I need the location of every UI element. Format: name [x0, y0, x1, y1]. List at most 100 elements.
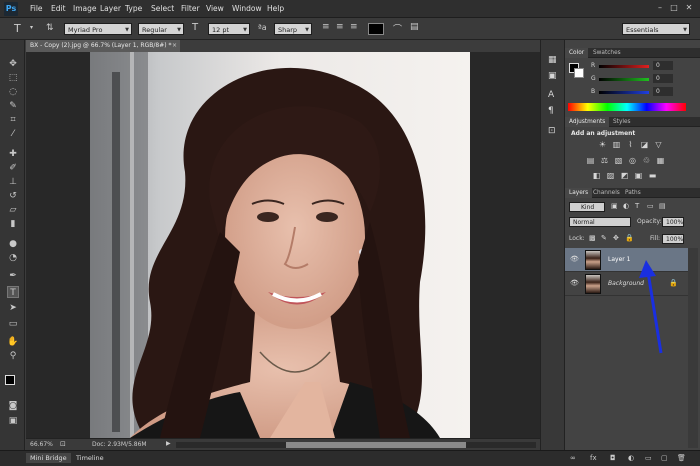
- warp-text-icon[interactable]: ⌒: [393, 22, 402, 35]
- actions-icon[interactable]: ▣: [548, 71, 557, 81]
- channel-b-slider[interactable]: [599, 91, 649, 94]
- text-color-swatch[interactable]: [368, 23, 384, 35]
- align-center-icon[interactable]: ≡: [336, 22, 344, 32]
- fill-input[interactable]: 100%: [662, 234, 684, 244]
- threshold-icon[interactable]: ◩: [619, 171, 630, 181]
- color-spectrum-bar[interactable]: [568, 103, 686, 111]
- align-right-icon[interactable]: ≡: [350, 22, 358, 32]
- tab-styles[interactable]: Styles: [609, 117, 635, 127]
- photo-filter-icon[interactable]: ◎: [627, 156, 638, 166]
- antialias-select[interactable]: Sharp ▼: [274, 23, 312, 35]
- menu-file[interactable]: File: [30, 4, 43, 13]
- color-background-swatch[interactable]: [574, 68, 584, 78]
- selective-color-icon[interactable]: ▣: [633, 171, 644, 181]
- rectangle-tool-icon[interactable]: ▭: [7, 318, 19, 330]
- menu-layer[interactable]: Layer: [100, 4, 121, 13]
- history-brush-tool-icon[interactable]: ↺: [7, 190, 19, 202]
- new-layer-icon[interactable]: ▢: [661, 454, 668, 462]
- opacity-input[interactable]: 100%: [662, 217, 684, 227]
- zoom-tool-icon[interactable]: ⚲: [7, 350, 19, 362]
- align-left-icon[interactable]: ≡: [322, 22, 330, 32]
- new-group-icon[interactable]: ▭: [645, 454, 652, 462]
- filter-adjustment-icon[interactable]: ◐: [623, 202, 629, 210]
- menu-help[interactable]: Help: [267, 4, 284, 13]
- menu-edit[interactable]: Edit: [51, 4, 66, 13]
- document-tab[interactable]: BX - Copy (2).jpg @ 66.7% (Layer 1, RGB/…: [26, 40, 180, 52]
- filter-shape-icon[interactable]: ▭: [647, 202, 654, 210]
- channel-g-slider[interactable]: [599, 78, 649, 81]
- quick-select-tool-icon[interactable]: ✎: [7, 100, 19, 112]
- curves-icon[interactable]: ⌇: [625, 140, 636, 150]
- tab-paths[interactable]: Paths: [621, 188, 645, 198]
- menu-select[interactable]: Select: [151, 4, 174, 13]
- character-panel-icon[interactable]: ▤: [410, 22, 419, 32]
- hand-tool-icon[interactable]: ✋: [7, 336, 19, 348]
- filter-type-icon[interactable]: T: [635, 202, 639, 210]
- adjustment-layer-icon[interactable]: ◐: [628, 454, 634, 462]
- lock-transparent-icon[interactable]: ▩: [589, 234, 596, 242]
- levels-icon[interactable]: ▥: [611, 140, 622, 150]
- font-size-select[interactable]: 12 pt ▼: [208, 23, 250, 35]
- menu-view[interactable]: View: [206, 4, 224, 13]
- brightness-contrast-icon[interactable]: ☀: [597, 140, 608, 150]
- type-tool-icon[interactable]: T: [7, 286, 19, 298]
- channel-g-value[interactable]: 0: [653, 74, 673, 83]
- font-style-select[interactable]: Regular ▼: [138, 23, 184, 35]
- font-family-select[interactable]: Myriad Pro ▼: [64, 23, 132, 35]
- vibrance-icon[interactable]: ▽: [653, 140, 664, 150]
- pen-tool-icon[interactable]: ✒: [7, 270, 19, 282]
- channel-r-value[interactable]: 0: [653, 61, 673, 70]
- layer-style-icon[interactable]: fx: [590, 454, 597, 462]
- layer-filter-select[interactable]: Kind: [569, 202, 605, 212]
- horizontal-scrollbar[interactable]: [176, 442, 536, 448]
- lock-image-icon[interactable]: ✎: [601, 234, 607, 242]
- blur-tool-icon[interactable]: ●: [7, 238, 19, 250]
- delete-layer-icon[interactable]: 🗑: [677, 454, 686, 462]
- lock-position-icon[interactable]: ✥: [613, 234, 619, 242]
- blend-mode-select[interactable]: Normal: [569, 217, 631, 227]
- close-tab-icon[interactable]: ×: [172, 40, 177, 52]
- properties-icon[interactable]: ⊡: [548, 126, 556, 136]
- lasso-tool-icon[interactable]: ◌: [7, 86, 19, 98]
- invert-icon[interactable]: ◧: [591, 171, 602, 181]
- color-balance-icon[interactable]: ⚖: [599, 156, 610, 166]
- marquee-tool-icon[interactable]: ⬚: [7, 72, 19, 84]
- tab-swatches[interactable]: Swatches: [589, 48, 625, 58]
- menu-image[interactable]: Image: [73, 4, 97, 13]
- menu-window[interactable]: Window: [232, 4, 262, 13]
- hue-saturation-icon[interactable]: ▤: [585, 156, 596, 166]
- status-arrow-icon[interactable]: ▶: [166, 440, 171, 447]
- tool-preset-chevron-icon[interactable]: ▾: [30, 24, 33, 31]
- tab-timeline[interactable]: Timeline: [72, 453, 108, 463]
- gradient-map-icon[interactable]: ▬: [647, 171, 658, 181]
- type-tool-icon[interactable]: T: [14, 22, 21, 35]
- posterize-icon[interactable]: ▨: [605, 171, 616, 181]
- scrollbar-thumb[interactable]: [286, 442, 466, 448]
- menu-type[interactable]: Type: [125, 4, 142, 13]
- screen-mode-icon[interactable]: ▣: [7, 415, 19, 427]
- tab-color[interactable]: Color: [565, 48, 589, 58]
- foreground-color-swatch[interactable]: [5, 375, 15, 385]
- filter-pixel-icon[interactable]: ▣: [611, 202, 618, 210]
- maximize-icon[interactable]: □: [668, 2, 680, 14]
- move-tool-icon[interactable]: ✥: [7, 58, 19, 70]
- tab-mini-bridge[interactable]: Mini Bridge: [26, 453, 71, 463]
- menu-filter[interactable]: Filter: [181, 4, 200, 13]
- text-orientation-icon[interactable]: ⇅: [46, 23, 54, 33]
- exposure-icon[interactable]: ◪: [639, 140, 650, 150]
- crop-tool-icon[interactable]: ⌗: [7, 114, 19, 126]
- add-mask-icon[interactable]: ◘: [610, 454, 616, 462]
- filter-smart-icon[interactable]: ▤: [659, 202, 666, 210]
- black-white-icon[interactable]: ▧: [613, 156, 624, 166]
- link-layers-icon[interactable]: ∞: [570, 454, 576, 462]
- character-icon[interactable]: A: [548, 90, 554, 100]
- paragraph-icon[interactable]: ¶: [548, 106, 554, 116]
- channel-b-value[interactable]: 0: [653, 87, 673, 96]
- healing-brush-tool-icon[interactable]: ✚: [7, 148, 19, 160]
- status-menu-icon[interactable]: ⊡: [60, 440, 66, 448]
- tab-adjustments[interactable]: Adjustments: [565, 117, 610, 127]
- brush-tool-icon[interactable]: ✐: [7, 162, 19, 174]
- close-icon[interactable]: ✕: [683, 2, 695, 14]
- workspace-select[interactable]: Essentials ▼: [622, 23, 690, 35]
- eraser-tool-icon[interactable]: ▱: [7, 204, 19, 216]
